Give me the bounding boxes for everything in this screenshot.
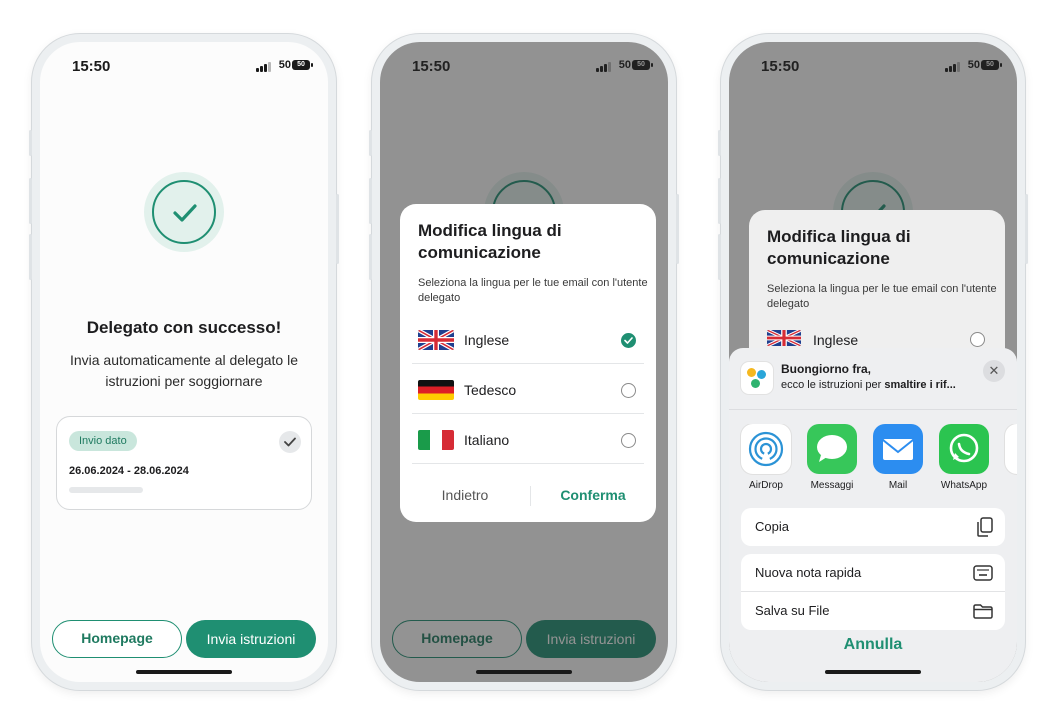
- app-logo-icon: [741, 362, 773, 394]
- status-bar: 15:50 50 50: [40, 58, 328, 82]
- whatsapp-icon: [939, 424, 989, 474]
- share-subtitle: ecco le istruzioni per smaltire i rif...: [781, 379, 956, 391]
- status-badge: Invio dato: [69, 431, 137, 451]
- home-indicator: [476, 670, 572, 674]
- radio-empty-icon[interactable]: [970, 332, 985, 347]
- share-app-more[interactable]: I: [1001, 424, 1017, 491]
- delivery-card: Invio dato 26.06.2024 - 28.06.2024: [56, 416, 312, 510]
- language-label: Tedesco: [464, 382, 517, 398]
- radio-selected-icon[interactable]: [621, 333, 636, 348]
- italy-flag-icon: [418, 430, 454, 450]
- share-app-whatsapp[interactable]: WhatsApp: [935, 424, 993, 491]
- action-label: Copia: [755, 519, 789, 534]
- app-name: AirDrop: [749, 480, 783, 491]
- home-indicator: [136, 670, 232, 674]
- folder-icon: [973, 604, 993, 622]
- quick-note-action[interactable]: Nuova nota rapida: [741, 554, 1005, 592]
- language-dialog: Modifica lingua di comunicazione Selezio…: [400, 204, 656, 522]
- clock: 15:50: [72, 58, 111, 75]
- blurred-text: [69, 487, 143, 493]
- language-option-italiano[interactable]: Italiano: [412, 416, 644, 464]
- success-subtitle: Invia automaticamente al delegato le ist…: [69, 352, 299, 389]
- radio-empty-icon[interactable]: [621, 433, 636, 448]
- homepage-button[interactable]: Homepage: [52, 620, 182, 658]
- dialog-actions: Indietro Conferma: [400, 470, 656, 522]
- dialog-title: Modifica lingua di comunicazione: [767, 227, 911, 268]
- share-header: Buongiorno fra, ecco le istruzioni per s…: [729, 348, 1017, 410]
- confirm-button[interactable]: Conferma: [530, 487, 656, 503]
- share-app-messaggi[interactable]: Messaggi: [803, 424, 861, 491]
- quick-note-icon: [973, 565, 993, 584]
- language-label: Inglese: [464, 332, 510, 348]
- network-label: 50: [278, 59, 291, 71]
- app-name: Mail: [888, 480, 908, 491]
- battery-icon: 50: [292, 60, 313, 70]
- action-label: Nuova nota rapida: [755, 565, 862, 580]
- dialog-subtitle: Seleziona la lingua per le tue email con…: [767, 283, 997, 310]
- send-instructions-button[interactable]: Invia istruzioni: [186, 620, 316, 658]
- app-name: I: [1001, 480, 1017, 491]
- share-apps-row: AirDrop Messaggi Mail WhatsApp: [737, 424, 1017, 494]
- save-files-action[interactable]: Salva su File: [741, 592, 1005, 630]
- stay-dates: 26.06.2024 - 28.06.2024: [69, 465, 189, 477]
- app-name: Messaggi: [810, 480, 854, 491]
- copy-action[interactable]: Copia: [741, 508, 1005, 546]
- screen-language: 15:50 50 50 Homepage Invia istruzioni Mo…: [380, 42, 668, 682]
- language-label: Inglese: [813, 332, 859, 348]
- dialog-subtitle: Seleziona la lingua per le tue email con…: [418, 277, 648, 304]
- share-title: Buongiorno fra,: [781, 362, 871, 376]
- mail-icon: [873, 424, 923, 474]
- radio-empty-icon[interactable]: [621, 383, 636, 398]
- screen-share: 15:50 50 50 Modifica lingua di comunicaz…: [729, 42, 1017, 682]
- airdrop-icon: [741, 424, 791, 474]
- app-name: WhatsApp: [940, 480, 988, 491]
- close-icon[interactable]: ✕: [983, 360, 1005, 382]
- drive-icon: [1005, 424, 1017, 474]
- share-sheet: Buongiorno fra, ecco le istruzioni per s…: [729, 348, 1017, 682]
- language-option-tedesco[interactable]: Tedesco: [412, 366, 644, 414]
- messages-icon: [807, 424, 857, 474]
- screen-success: 15:50 50 50 Delegato con successo! Invia…: [40, 42, 328, 682]
- back-button[interactable]: Indietro: [400, 487, 530, 503]
- dialog-title: Modifica lingua di comunicazione: [418, 221, 562, 262]
- success-check-icon: [144, 172, 224, 252]
- share-app-airdrop[interactable]: AirDrop: [737, 424, 795, 491]
- phone-language-dialog: 15:50 50 50 Homepage Invia istruzioni Mo…: [369, 34, 679, 690]
- action-label: Salva su File: [755, 603, 830, 618]
- phone-share-sheet: 15:50 50 50 Modifica lingua di comunicaz…: [718, 34, 1028, 690]
- success-title: Delegato con successo!: [86, 318, 282, 337]
- language-label: Italiano: [464, 432, 510, 448]
- uk-flag-icon: [767, 330, 801, 346]
- copy-icon: [977, 517, 993, 540]
- home-indicator: [825, 670, 921, 674]
- germany-flag-icon: [418, 380, 454, 400]
- uk-flag-icon: [418, 330, 454, 350]
- signal-icon: [256, 62, 271, 72]
- language-option-inglese[interactable]: Inglese: [412, 316, 644, 364]
- cancel-button[interactable]: Annulla: [741, 636, 1005, 654]
- phone-success: 15:50 50 50 Delegato con successo! Invia…: [29, 34, 339, 690]
- checkmark-icon: [279, 431, 301, 453]
- share-app-mail[interactable]: Mail: [869, 424, 927, 491]
